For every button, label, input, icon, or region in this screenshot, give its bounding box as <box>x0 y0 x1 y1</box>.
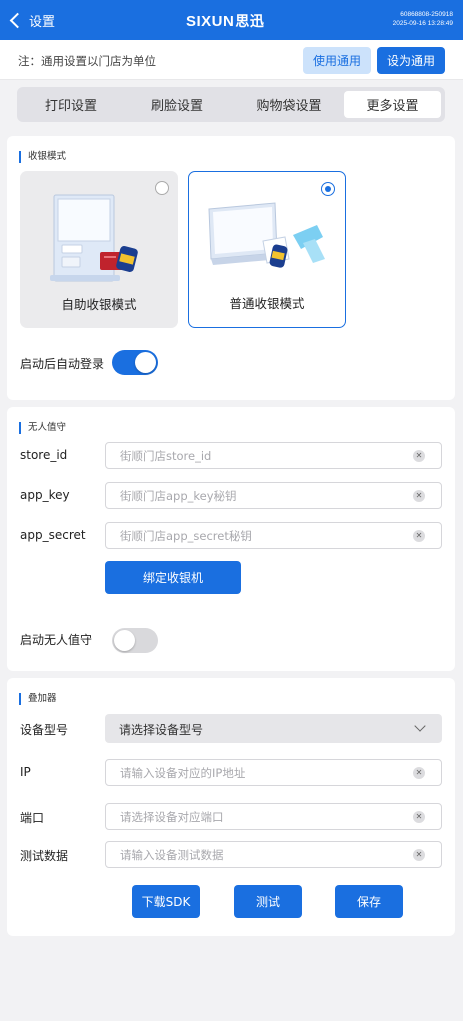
app-secret-label: app_secret <box>20 528 86 542</box>
normal-mode-label: 普通收银模式 <box>229 296 305 311</box>
clear-icon[interactable]: ✕ <box>413 530 425 542</box>
port-field: ✕ <box>105 803 442 830</box>
ip-field: ✕ <box>105 759 442 786</box>
back-label: 设置 <box>29 14 56 30</box>
device-datetime: 2025-09-16 13:28:49 <box>392 20 453 27</box>
tab-more[interactable]: 更多设置 <box>344 91 441 118</box>
self-service-radio[interactable] <box>155 181 169 195</box>
normal-mode-option[interactable]: 普通收银模式 <box>188 171 346 328</box>
test-data-input[interactable] <box>120 842 400 867</box>
clear-icon[interactable]: ✕ <box>413 849 425 861</box>
auto-login-label: 启动后自动登录 <box>20 357 105 371</box>
tab-face[interactable]: 刷脸设置 <box>127 91 227 118</box>
bind-register-button[interactable]: 绑定收银机 <box>105 561 241 594</box>
normal-mode-radio[interactable] <box>321 182 335 196</box>
store-id-field: ✕ <box>105 442 442 469</box>
app-secret-field: ✕ <box>105 522 442 549</box>
pos-terminal-icon <box>208 202 325 268</box>
tab-print[interactable]: 打印设置 <box>21 91 121 118</box>
clear-icon[interactable]: ✕ <box>413 450 425 462</box>
app-key-label: app_key <box>20 488 70 502</box>
logo-text: SIXUN <box>186 13 235 30</box>
unattended-enable-label: 启动无人值守 <box>20 633 93 647</box>
app-secret-input[interactable] <box>120 523 400 548</box>
top-bar: 设置 SIXUN思迅 60868808-250918 2025-09-16 13… <box>0 0 463 40</box>
ip-input[interactable] <box>120 760 400 785</box>
download-sdk-button[interactable]: 下载SDK <box>132 885 200 918</box>
self-service-kiosk-icon <box>50 194 138 282</box>
chevron-down-icon <box>414 720 426 732</box>
app-key-field: ✕ <box>105 482 442 509</box>
notice-text: 注：通用设置以门店为单位 <box>18 54 156 68</box>
back-chevron-icon <box>9 12 26 28</box>
clear-icon[interactable]: ✕ <box>413 811 425 823</box>
store-id-input[interactable] <box>120 443 400 468</box>
toggle-knob <box>135 352 156 373</box>
tab-bag[interactable]: 购物袋设置 <box>233 91 345 118</box>
cashier-mode-title: 收银模式 <box>19 151 66 163</box>
toggle-knob <box>114 630 135 651</box>
test-data-label: 测试数据 <box>20 849 69 863</box>
self-service-mode-label: 自助收银模式 <box>61 297 137 312</box>
device-code: 60868808-250918 <box>400 11 453 18</box>
use-common-button[interactable]: 使用通用 <box>303 47 371 74</box>
settings-tabs: 打印设置 刷脸设置 购物袋设置 更多设置 <box>17 87 445 122</box>
device-meta: 60868808-250918 2025-09-16 13:28:49 <box>393 10 453 28</box>
test-button[interactable]: 测试 <box>234 885 302 918</box>
brand-logo: SIXUN思迅 <box>186 11 264 31</box>
set-common-button[interactable]: 设为通用 <box>377 47 445 74</box>
clear-icon[interactable]: ✕ <box>413 490 425 502</box>
auto-login-toggle[interactable] <box>112 350 158 375</box>
logo-cn: 思迅 <box>235 14 265 30</box>
port-input[interactable] <box>120 804 400 829</box>
device-model-label: 设备型号 <box>20 723 69 737</box>
unattended-enable-toggle[interactable] <box>112 628 158 653</box>
self-service-mode-option[interactable]: 自助收银模式 <box>20 171 178 328</box>
device-model-select[interactable]: 请选择设备型号 <box>105 714 442 743</box>
clear-icon[interactable]: ✕ <box>413 767 425 779</box>
device-model-value: 请选择设备型号 <box>119 723 204 737</box>
test-data-field: ✕ <box>105 841 442 868</box>
port-label: 端口 <box>20 811 45 825</box>
ip-label: IP <box>20 765 31 779</box>
app-key-input[interactable] <box>120 483 400 508</box>
save-button[interactable]: 保存 <box>335 885 403 918</box>
overlay-title: 叠加器 <box>19 693 57 705</box>
store-id-label: store_id <box>20 448 68 462</box>
unattended-title: 无人值守 <box>19 422 66 434</box>
back-button[interactable]: 设置 <box>8 8 55 32</box>
